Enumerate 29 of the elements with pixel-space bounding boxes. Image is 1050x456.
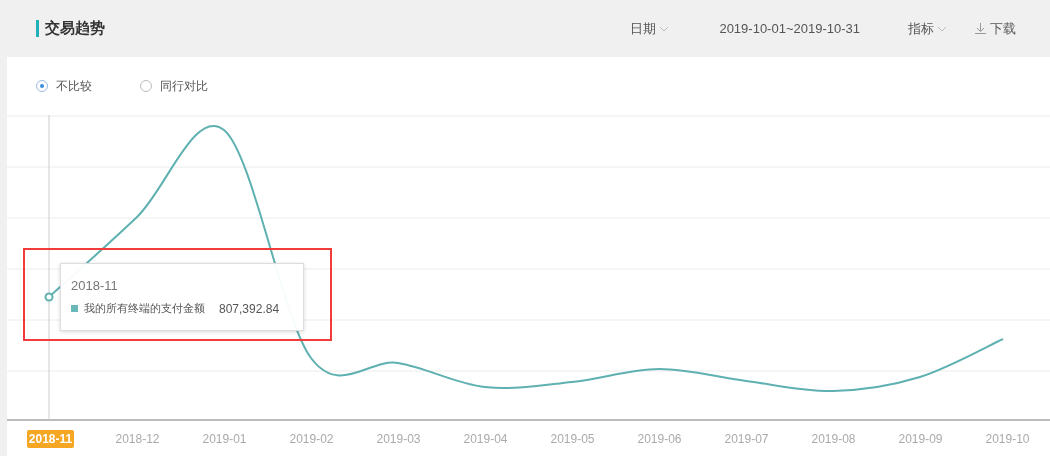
download-icon — [975, 23, 986, 34]
title-accent-bar — [36, 20, 39, 37]
axis-label: 2019-04 — [462, 430, 509, 448]
axis-label: 2018-11 — [26, 429, 75, 448]
axis-label: 2019-02 — [288, 430, 335, 448]
axis-label: 2019-08 — [810, 430, 857, 448]
axis-label: 2019-06 — [636, 430, 683, 448]
radio-button[interactable] — [36, 80, 48, 92]
axis-label: 2019-05 — [549, 430, 596, 448]
axis-label: 2019-01 — [201, 430, 248, 448]
series-name: 我的所有终端的支付金额 — [84, 301, 205, 316]
tooltip-title: 2018-11 — [71, 278, 119, 293]
radio-button[interactable] — [140, 80, 152, 92]
series-value: 807,392.84 — [219, 301, 280, 316]
chevron-down-icon — [937, 25, 947, 32]
date-dropdown[interactable]: 日期 — [630, 19, 670, 38]
chevron-down-icon — [659, 25, 670, 32]
data-point — [44, 292, 54, 302]
axis-label: 2019-03 — [375, 430, 422, 448]
panel-title: 交易趋势 — [45, 19, 105, 38]
radio-label[interactable]: 不比较 — [56, 77, 92, 95]
radio-label[interactable]: 同行对比 — [160, 77, 208, 95]
axis-label: 2019-10 — [984, 430, 1031, 448]
date-range[interactable]: 2019-10-01~2019-10-31 — [719, 21, 860, 36]
axis-label: 2018-12 — [114, 430, 161, 448]
axis-label: 2019-07 — [723, 430, 770, 448]
metric-dropdown[interactable]: 指标 — [908, 19, 947, 38]
axis-label: 2019-09 — [897, 430, 944, 448]
download-button[interactable]: 下载 — [975, 19, 1016, 38]
